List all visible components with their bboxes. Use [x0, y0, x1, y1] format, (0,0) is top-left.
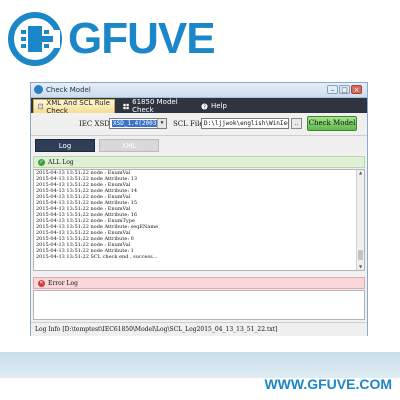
tab-61850-model-check[interactable]: 61850 Model Check: [119, 98, 193, 114]
tab-bar: XML And SCL Rule Check 61850 Model Check…: [31, 98, 367, 115]
tab-help[interactable]: ? Help: [197, 99, 227, 113]
check-model-button[interactable]: Check Model: [307, 116, 357, 131]
all-log-header[interactable]: ✓ ALL Log: [33, 156, 365, 168]
error-circle-icon: ✕: [38, 280, 45, 287]
all-log-label: ALL Log: [48, 159, 74, 166]
close-button[interactable]: ×: [351, 85, 362, 94]
error-log-label: Error Log: [48, 280, 78, 287]
svg-text:?: ?: [203, 104, 206, 109]
scroll-up-icon[interactable]: ▲: [357, 170, 364, 176]
title-bar[interactable]: Check Model – □ ×: [31, 83, 367, 98]
help-icon: ?: [201, 102, 208, 110]
error-log-text-area[interactable]: [33, 290, 365, 320]
tab-label: 61850 Model Check: [132, 98, 178, 114]
scl-file-path-input[interactable]: D:\ljjwok\english\WinIec_EN\Rele: [201, 118, 289, 129]
file-icon: [38, 103, 44, 110]
status-text: Log Info [D:\temptest\IEC61850\Model\Log…: [35, 326, 278, 333]
grid-icon: [123, 103, 129, 109]
iec-xsd-label: IEC XSD: [79, 120, 110, 128]
scroll-down-icon[interactable]: ▼: [357, 264, 364, 270]
scl-file-label: SCL File: [173, 120, 204, 128]
gfuve-logo-icon: [8, 12, 62, 66]
brand-header: GFUVE: [0, 0, 400, 78]
error-log-header[interactable]: ✕ Error Log: [33, 277, 365, 289]
chevron-down-icon: ▼: [157, 119, 166, 128]
iec-xsd-value: XSD_1.4(2003): [112, 120, 161, 127]
tab-xml-scl-rule-check[interactable]: XML And SCL Rule Check: [33, 99, 115, 115]
status-bar: Log Info [D:\temptest\IEC61850\Model\Log…: [31, 322, 367, 336]
iec-xsd-select[interactable]: XSD_1.4(2003) ▼: [109, 118, 167, 129]
app-icon: [34, 85, 43, 94]
website-url[interactable]: WWW.GFUVE.COM: [264, 376, 392, 392]
window-title: Check Model: [46, 86, 91, 94]
brand-name: GFUVE: [68, 14, 216, 63]
check-circle-icon: ✓: [38, 159, 45, 166]
all-log-text-area[interactable]: 2015-04-13 13:51:22 node : EnumVal 2015-…: [33, 169, 365, 271]
check-model-window: Check Model – □ × XML And SCL Rule Check…: [30, 82, 368, 336]
scrollbar-thumb[interactable]: [358, 250, 363, 260]
minimize-button[interactable]: –: [327, 85, 338, 94]
log-scrollbar[interactable]: ▲ ▼: [356, 170, 364, 270]
log-line: 2015-04-13 13:51:22 SCL check end , succ…: [36, 254, 158, 260]
xml-view-button[interactable]: XML: [99, 139, 159, 152]
tab-label: Help: [211, 102, 227, 110]
browse-button[interactable]: ..: [291, 118, 302, 129]
settings-row: IEC XSD XSD_1.4(2003) ▼ SCL File D:\ljjw…: [31, 113, 367, 136]
log-view-button[interactable]: Log: [35, 139, 95, 152]
maximize-button[interactable]: □: [339, 85, 350, 94]
